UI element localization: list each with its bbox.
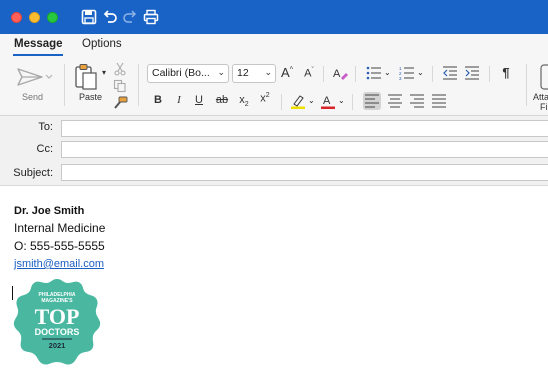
bullet-list-icon[interactable]: [366, 66, 382, 80]
print-icon[interactable]: [142, 8, 160, 26]
attach-file-label-line2: Fi: [540, 102, 548, 112]
top-doctors-badge: PHILADELPHIA MAGAZINE'S TOP DOCTORS 2021: [13, 279, 101, 365]
cc-label: Cc:: [36, 143, 54, 155]
ribbon-divider: [64, 64, 65, 106]
tab-message[interactable]: Message: [14, 38, 63, 50]
justify-icon[interactable]: [431, 94, 447, 108]
clear-formatting-icon[interactable]: A: [332, 65, 348, 81]
subject-field[interactable]: [61, 164, 548, 181]
highlight-icon[interactable]: [290, 93, 306, 109]
tab-options[interactable]: Options: [82, 38, 122, 50]
send-label: Send: [22, 92, 44, 102]
attach-file-label: Atta: [533, 92, 548, 102]
title-bar: [0, 0, 548, 34]
align-right-icon[interactable]: [409, 94, 425, 108]
ribbon-divider: [352, 94, 353, 110]
svg-text:A: A: [323, 95, 331, 107]
ribbon-divider: [323, 66, 324, 82]
signature-department: Internal Medicine: [14, 221, 106, 235]
to-label: To:: [38, 121, 53, 133]
chevron-down-icon[interactable]: ⌄: [338, 96, 345, 105]
increase-indent-icon[interactable]: [464, 66, 480, 80]
grow-font-button[interactable]: A^: [280, 65, 294, 80]
ribbon-divider: [138, 64, 139, 106]
font-color-icon[interactable]: A: [320, 93, 336, 109]
subject-label: Subject:: [13, 167, 53, 179]
paste-dropdown-chevron-icon[interactable]: ▾: [102, 68, 106, 77]
active-tab-indicator: [13, 54, 63, 56]
font-size-select[interactable]: 12 ⌄: [232, 64, 276, 83]
paste-label: Paste: [79, 92, 103, 102]
undo-icon[interactable]: [101, 8, 119, 26]
show-formatting-button[interactable]: ¶: [499, 65, 513, 80]
badge-top: TOP: [35, 304, 80, 329]
minimize-window-button[interactable]: [29, 12, 40, 23]
signature-name: Dr. Joe Smith: [14, 205, 85, 217]
paste-button[interactable]: [72, 62, 102, 92]
signature-email-link[interactable]: jsmith@email.com: [14, 258, 104, 270]
message-body[interactable]: Dr. Joe Smith Internal Medicine O: 555-5…: [0, 186, 548, 374]
signature-phone: O: 555-555-5555: [14, 239, 105, 253]
svg-text:3: 3: [399, 76, 402, 80]
superscript-button[interactable]: x2: [258, 92, 272, 105]
clipboard-icon: [75, 64, 97, 90]
shrink-font-button[interactable]: Aˇ: [302, 67, 316, 80]
cut-icon[interactable]: [113, 62, 127, 76]
redo-icon[interactable]: [121, 8, 139, 26]
grow-font-label: A: [281, 65, 290, 80]
badge-doctors: DOCTORS: [35, 327, 80, 337]
save-icon[interactable]: [80, 8, 98, 26]
underline-button[interactable]: U: [192, 94, 206, 106]
font-name-value: Calibri (Bo...: [152, 67, 210, 79]
copy-icon[interactable]: [113, 79, 127, 93]
svg-text:A: A: [333, 68, 341, 80]
to-field[interactable]: [61, 120, 548, 137]
ribbon-divider: [355, 66, 356, 82]
strikethrough-button[interactable]: ab: [214, 94, 230, 106]
text-cursor: [12, 286, 13, 300]
zoom-window-button[interactable]: [47, 12, 58, 23]
chevron-down-icon[interactable]: ⌄: [384, 68, 391, 77]
shrink-font-label: A: [304, 67, 312, 80]
chevron-down-icon: ⌄: [264, 67, 272, 77]
bold-button[interactable]: B: [151, 94, 165, 106]
align-left-icon[interactable]: [364, 94, 380, 108]
ribbon-divider: [489, 66, 490, 82]
badge-year: 2021: [49, 341, 66, 350]
ribbon-divider: [281, 94, 282, 110]
format-painter-icon[interactable]: [112, 96, 128, 110]
subscript-button[interactable]: x2: [237, 94, 251, 108]
chevron-down-icon[interactable]: ⌄: [417, 68, 424, 77]
font-size-value: 12: [237, 67, 249, 79]
chevron-down-icon[interactable]: ⌄: [308, 96, 315, 105]
decrease-indent-icon[interactable]: [442, 66, 458, 80]
attach-file-button[interactable]: [538, 64, 548, 90]
address-fields: To: Cc: Subject:: [0, 116, 548, 186]
cc-field[interactable]: [61, 141, 548, 158]
italic-button[interactable]: I: [172, 94, 186, 106]
numbered-list-icon[interactable]: 123: [399, 66, 415, 80]
font-name-select[interactable]: Calibri (Bo... ⌄: [147, 64, 229, 83]
ribbon: Message Options Send ▾ Paste Calibri (Bo…: [0, 34, 548, 116]
close-window-button[interactable]: [11, 12, 22, 23]
chevron-down-icon: ⌄: [217, 67, 225, 77]
align-center-icon[interactable]: [387, 94, 403, 108]
ribbon-divider: [526, 64, 527, 106]
ribbon-divider: [432, 66, 433, 82]
